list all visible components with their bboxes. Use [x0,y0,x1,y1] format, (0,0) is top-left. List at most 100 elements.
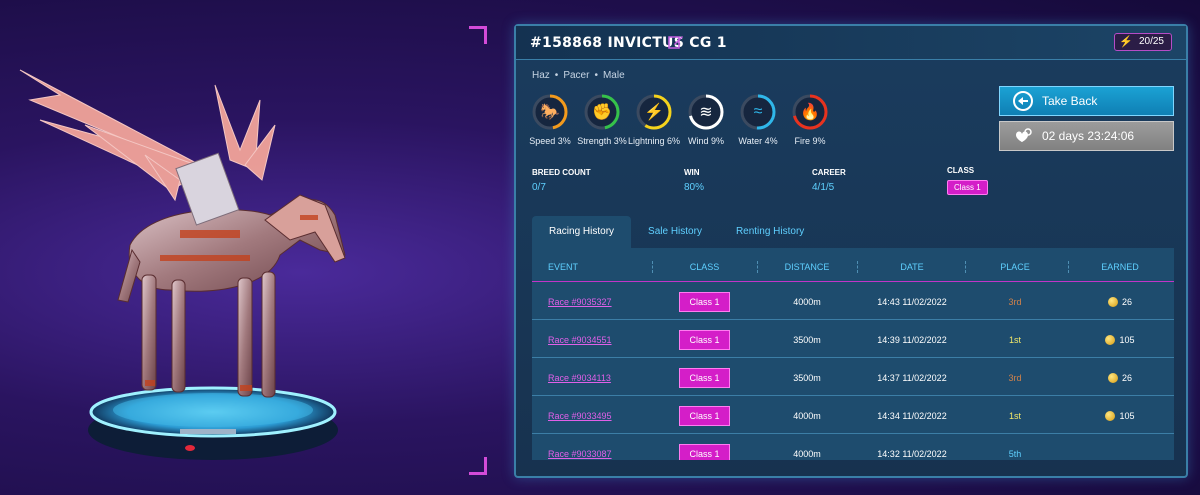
take-back-label: Take Back [1042,94,1098,108]
stat-wind: ≋ Wind 9% [688,94,724,146]
fire-icon: 🔥 [800,104,820,121]
earned-value: 26 [1121,296,1132,307]
race-link[interactable]: Race #9035327 [548,297,612,307]
tag-breed: Haz [532,70,550,81]
stat-label: Lightning 6% [627,136,681,146]
win-label: WIN [684,168,700,177]
career-stat: CAREER 4/1/5 [812,168,846,193]
pegasus-horse-model [19,69,346,460]
class-badge: Class 1 [679,405,730,426]
earned-value: 105 [1119,334,1135,345]
class-badge: Class 1 [947,180,988,195]
distance-cell: 4000m [793,448,821,459]
class-label: CLASS [947,166,975,175]
win-stat: WIN 80% [684,168,704,193]
stat-lightning: ⚡ Lightning 6% [628,94,680,146]
race-link[interactable]: Race #9034113 [548,373,611,383]
water-icon: ≈ [753,103,763,120]
col-event: EVENT [548,262,579,272]
stat-label: Wind 9% [688,136,725,146]
career-value: 4/1/5 [812,182,835,193]
stat-rings: 🐎 Speed 3% ✊ Strength 3% ⚡ Lightning 6% ≋ Wind … [529,94,828,146]
distance-cell: 3500m [793,334,821,345]
class-badge: Class 1 [679,291,730,312]
earned-cell: 105 [1080,397,1160,434]
class-badge: Class 1 [679,367,730,388]
wings [19,69,276,202]
coin-icon [1107,296,1118,307]
tab-racing-history[interactable]: Racing History [532,216,632,248]
lightning-icon: ⚡ [644,104,664,121]
table-header: EVENT CLASS DISTANCE DATE PLACE EARNED [532,258,1174,282]
tab-sale-history[interactable]: Sale History [631,216,719,248]
race-link[interactable]: Race #9034551 [548,335,612,345]
table-row: Race #9033495 Class 1 4000m 14:34 11/02/202… [532,397,1174,434]
stat-label: Fire 9% [794,136,826,146]
col-distance: DISTANCE [784,262,830,272]
race-link[interactable]: Race #9033495 [548,411,612,421]
class-badge: Class 1 [679,329,730,350]
breed-count-label: BREED COUNT [532,168,591,177]
coin-icon [1107,372,1118,383]
take-back-button[interactable]: Take Back [999,86,1174,116]
lightning-icon: ⚡ [1119,36,1133,48]
earned-cell: 105 [1080,321,1160,358]
racing-history-table: EVENT CLASS DISTANCE DATE PLACE EARNED R… [532,248,1174,460]
table-row: Race #9035327 Class 1 4000m 14:43 11/02/202… [532,283,1174,320]
earned-value: 105 [1119,410,1135,421]
stat-label: Strength 3% [577,136,627,146]
fist-icon: ✊ [592,104,612,121]
tab-renting-history[interactable]: Renting History [719,216,821,248]
race-link[interactable]: Race #9033087 [548,449,612,459]
place-cell: 3rd [1008,296,1022,307]
stat-fire: 🔥 Fire 9% [792,94,828,146]
energy-badge: ⚡ 20/25 [1114,33,1172,51]
heart-key-icon [1016,128,1032,142]
earned-value: 26 [1121,372,1132,383]
col-place: PLACE [1000,262,1030,272]
place-cell: 5th [1008,448,1022,459]
place-cell: 1st [1008,334,1021,345]
stat-water: ≈ Water 4% [738,94,778,146]
horse-body [117,194,346,398]
col-earned: EARNED [1101,262,1139,272]
coin-icon [1105,334,1116,345]
edit-icon[interactable] [668,34,684,50]
career-label: CAREER [812,168,846,177]
horse-details-panel: #158868 INVICTUS CG 1 ⚡ 20/25 Haz • Pacer •… [514,24,1188,478]
breed-count-value: 0/7 [532,182,546,193]
class-badge: Class 1 [679,443,730,460]
date-cell: 14:43 11/02/2022 [877,296,947,307]
earned-cell: 26 [1080,359,1160,396]
tag-type: Pacer [563,70,590,81]
date-cell: 14:39 11/02/2022 [877,334,947,345]
distance-cell: 4000m [793,296,821,307]
table-row: Race #9034113 Class 1 3500m 14:37 11/02/202… [532,359,1174,396]
date-cell: 14:32 11/02/2022 [877,448,947,459]
earned-cell: 26 [1080,283,1160,320]
horse-name: #158868 INVICTUS CG 1 [530,35,727,51]
distance-cell: 4000m [793,410,821,421]
horse-icon: 🐎 [540,104,560,121]
timer-label: 02 days 23:24:06 [1042,129,1135,143]
place-cell: 3rd [1008,372,1022,383]
stat-horse: 🐎 Speed 3% [529,94,571,146]
coin-icon [1105,410,1116,421]
take-back-icon [1013,91,1033,111]
col-class: CLASS [689,262,720,272]
place-cell: 1st [1008,410,1021,421]
date-cell: 14:34 11/02/2022 [877,410,947,421]
horse-tags: Haz • Pacer • Male [532,70,625,81]
tag-gender: Male [602,70,625,81]
rent-timer-button: 02 days 23:24:06 [999,121,1174,151]
earned-cell [1080,435,1160,460]
wind-icon: ≋ [699,104,713,121]
history-tabs: Racing History Sale History Renting Hist… [532,216,821,248]
class-stat: CLASS Class 1 [947,166,988,195]
date-cell: 14:37 11/02/2022 [877,372,947,383]
table-row: Race #9034551 Class 1 3500m 14:39 11/02/202… [532,321,1174,358]
horse-showcase [0,0,470,495]
energy-value: 20/25 [1138,36,1164,47]
panel-header: #158868 INVICTUS CG 1 ⚡ 20/25 [516,26,1186,60]
stat-fist: ✊ Strength 3% [577,94,627,146]
